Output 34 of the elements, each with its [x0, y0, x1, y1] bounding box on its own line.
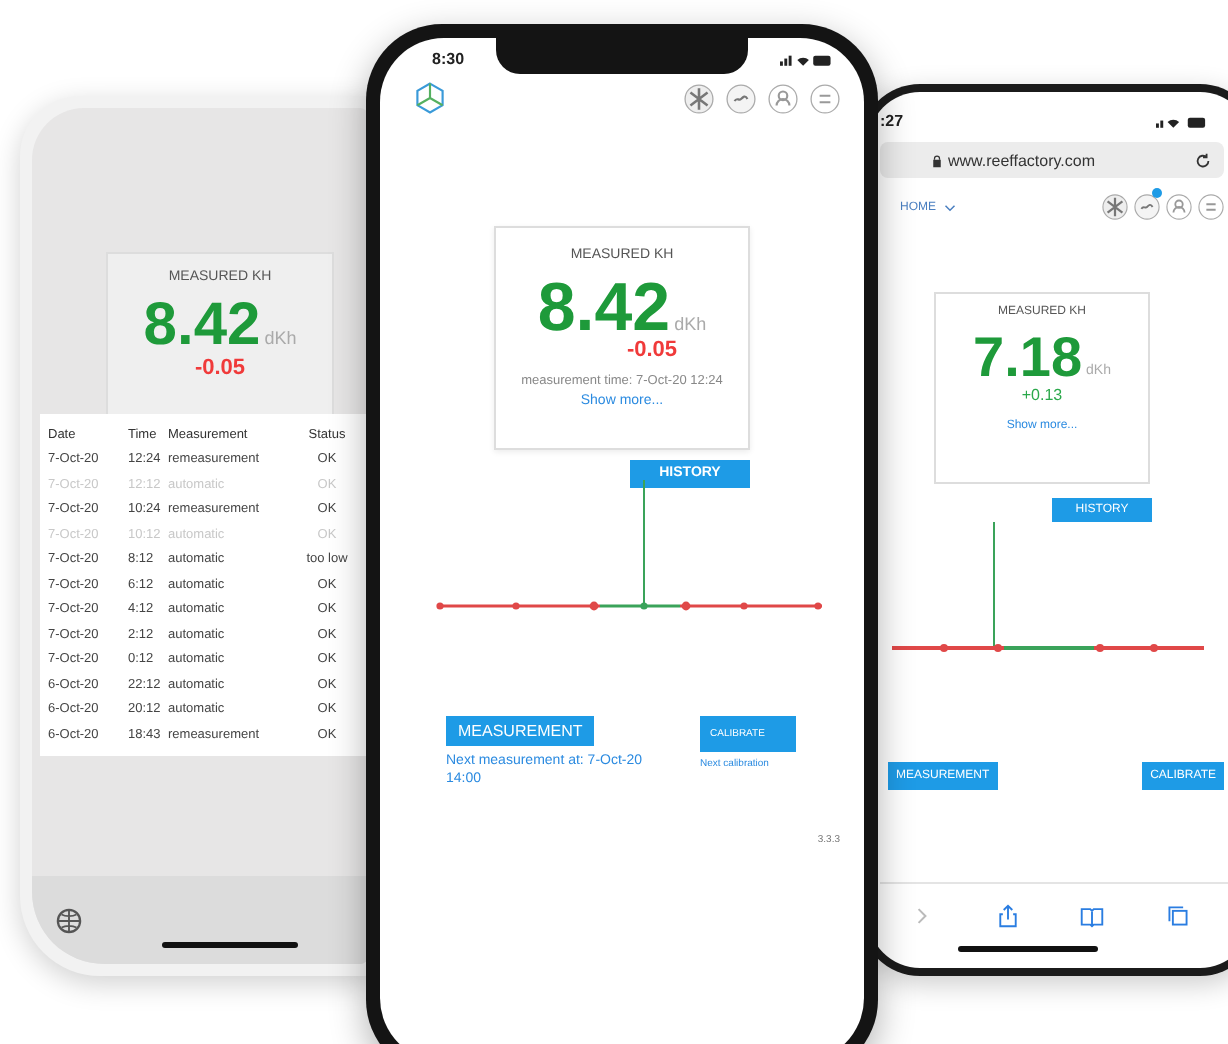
change-value: -0.05 — [626, 338, 678, 362]
menu-icon[interactable] — [1198, 194, 1224, 220]
unit-label: dKh — [674, 314, 707, 334]
change-value: +0.13 — [1021, 386, 1063, 404]
caret-icon[interactable] — [944, 203, 956, 211]
status-icons — [780, 51, 832, 67]
tabs-icon[interactable] — [1165, 904, 1190, 928]
measured-value: 7.18 — [973, 330, 1083, 386]
lock-icon — [932, 153, 942, 167]
user-icon[interactable] — [768, 83, 798, 113]
pattern-icon[interactable] — [684, 83, 714, 113]
user-icon[interactable] — [1166, 194, 1192, 220]
cube-logo-icon[interactable] — [412, 80, 448, 116]
status-icons — [1156, 113, 1208, 129]
home-indicator — [958, 946, 1098, 952]
menu-icon[interactable] — [810, 83, 840, 113]
change-value: -0.05 — [194, 356, 246, 380]
measured-value: 8.42 — [537, 274, 671, 342]
home-indicator — [162, 942, 298, 948]
reload-icon[interactable] — [1194, 151, 1212, 169]
wave-icon[interactable] — [726, 83, 756, 113]
wave-icon[interactable] — [1134, 194, 1160, 220]
notification-dot — [1152, 188, 1162, 198]
unit-label: dKh — [264, 328, 297, 348]
url-text: www.reeffactory.com — [948, 151, 1098, 169]
address-bar[interactable]: www.reeffactory.com — [880, 142, 1224, 178]
measurement-button[interactable]: MEASUREMENT — [446, 715, 595, 745]
globe-icon[interactable] — [56, 907, 82, 933]
book-icon[interactable] — [1080, 904, 1105, 928]
pattern-icon[interactable] — [1102, 194, 1128, 220]
share-icon[interactable] — [995, 904, 1020, 928]
measured-value: 8.42 — [143, 296, 261, 356]
status-time: :27 — [880, 112, 904, 130]
status-time: 8:30 — [432, 50, 465, 68]
